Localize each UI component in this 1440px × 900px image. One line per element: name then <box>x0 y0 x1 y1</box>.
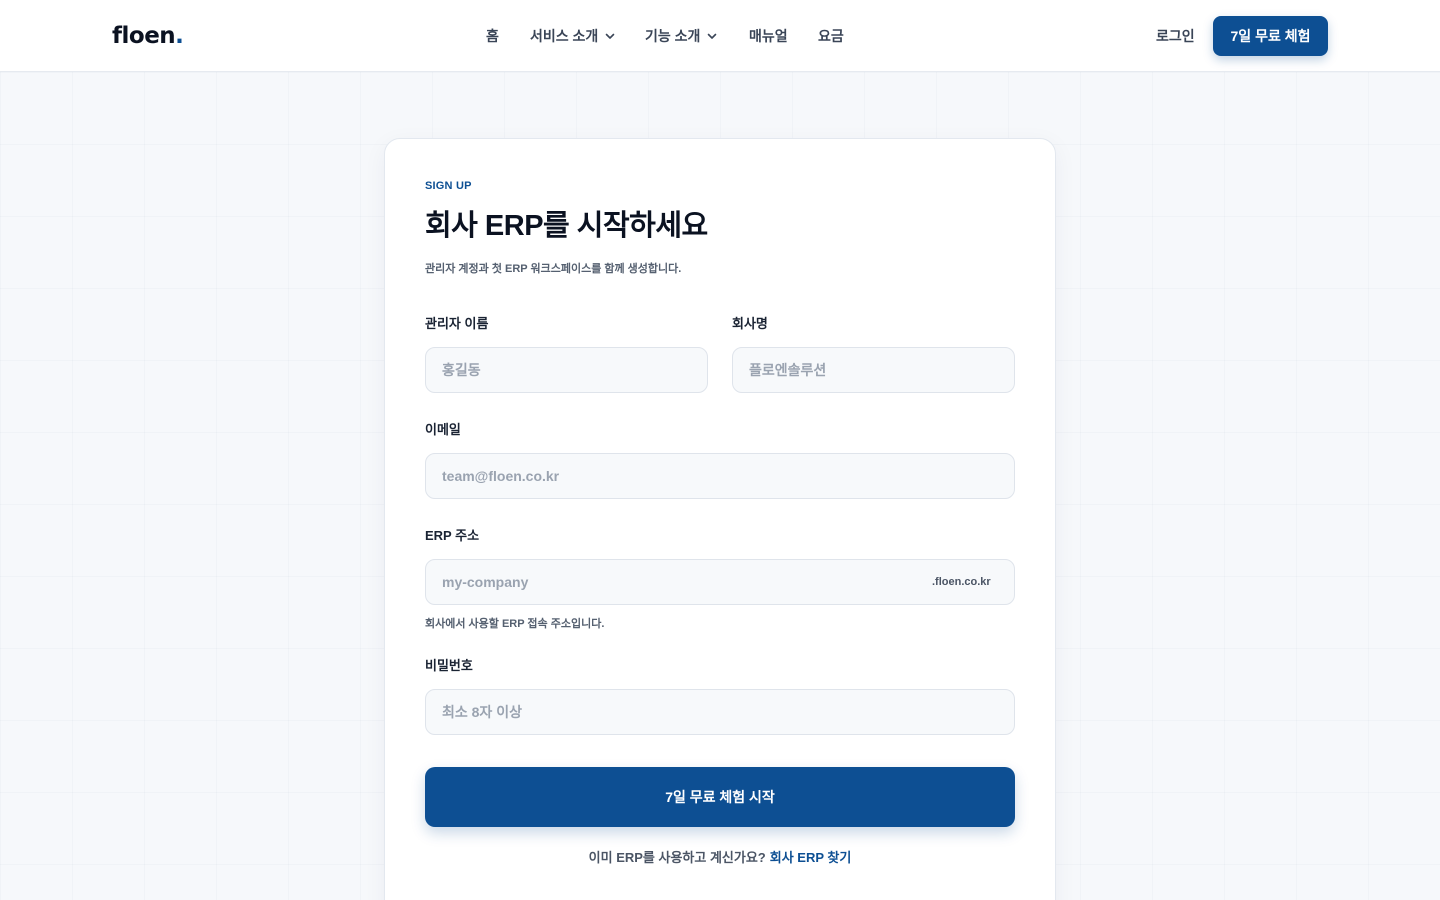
login-link[interactable]: 로그인 <box>1156 26 1195 46</box>
email-input[interactable] <box>425 453 1015 499</box>
erp-address-input[interactable] <box>425 559 1015 605</box>
free-trial-button[interactable]: 7일 무료 체험 <box>1213 16 1328 56</box>
nav-item-services[interactable]: 서비스 소개 <box>530 26 616 46</box>
chevron-down-icon <box>605 33 615 39</box>
page-subtitle: 관리자 계정과 첫 ERP 워크스페이스를 함께 생성합니다. <box>425 263 682 275</box>
nav-item-features[interactable]: 기능 소개 <box>645 26 718 46</box>
chevron-down-icon <box>708 33 717 39</box>
existing-user-text: 이미 ERP를 사용하고 계신가요? <box>588 850 766 865</box>
signup-card: SIGN UP 회사 ERP를 시작하세요 관리자 계정과 첫 ERP 워크스페… <box>384 138 1056 900</box>
site-header: floen. 홈 서비스 소개 기능 소개 매뉴얼 요금 로그인 7일 무료 체… <box>0 0 1440 72</box>
find-company-erp-link[interactable]: 회사 ERP 찾기 <box>770 850 852 865</box>
password-label: 비밀번호 <box>425 658 473 673</box>
nav-label: 홈 <box>486 28 499 44</box>
existing-user-line: 이미 ERP를 사용하고 계신가요? 회사 ERP 찾기 <box>385 847 1055 866</box>
company-name-label: 회사명 <box>732 316 768 331</box>
erp-address-label: ERP 주소 <box>425 528 480 543</box>
erp-address-hint: 회사에서 사용할 ERP 접속 주소입니다. <box>425 618 605 630</box>
admin-name-label: 관리자 이름 <box>425 316 489 331</box>
erp-domain-suffix: .floen.co.kr <box>932 576 991 588</box>
company-name-input[interactable] <box>732 347 1015 393</box>
admin-name-input[interactable] <box>425 347 708 393</box>
nav-item-manual[interactable]: 매뉴얼 <box>749 26 788 46</box>
nav-item-pricing[interactable]: 요금 <box>818 26 844 46</box>
page-title: 회사 ERP를 시작하세요 <box>425 210 708 242</box>
email-label: 이메일 <box>425 422 461 437</box>
nav-label: 기능 소개 <box>645 28 701 44</box>
start-trial-button[interactable]: 7일 무료 체험 시작 <box>425 767 1015 827</box>
signup-eyebrow: SIGN UP <box>425 180 472 192</box>
nav-label: 요금 <box>818 28 844 44</box>
nav-label: 매뉴얼 <box>749 28 788 44</box>
nav-label: 서비스 소개 <box>530 28 599 44</box>
password-input[interactable] <box>425 689 1015 735</box>
nav-item-home[interactable]: 홈 <box>486 26 499 46</box>
